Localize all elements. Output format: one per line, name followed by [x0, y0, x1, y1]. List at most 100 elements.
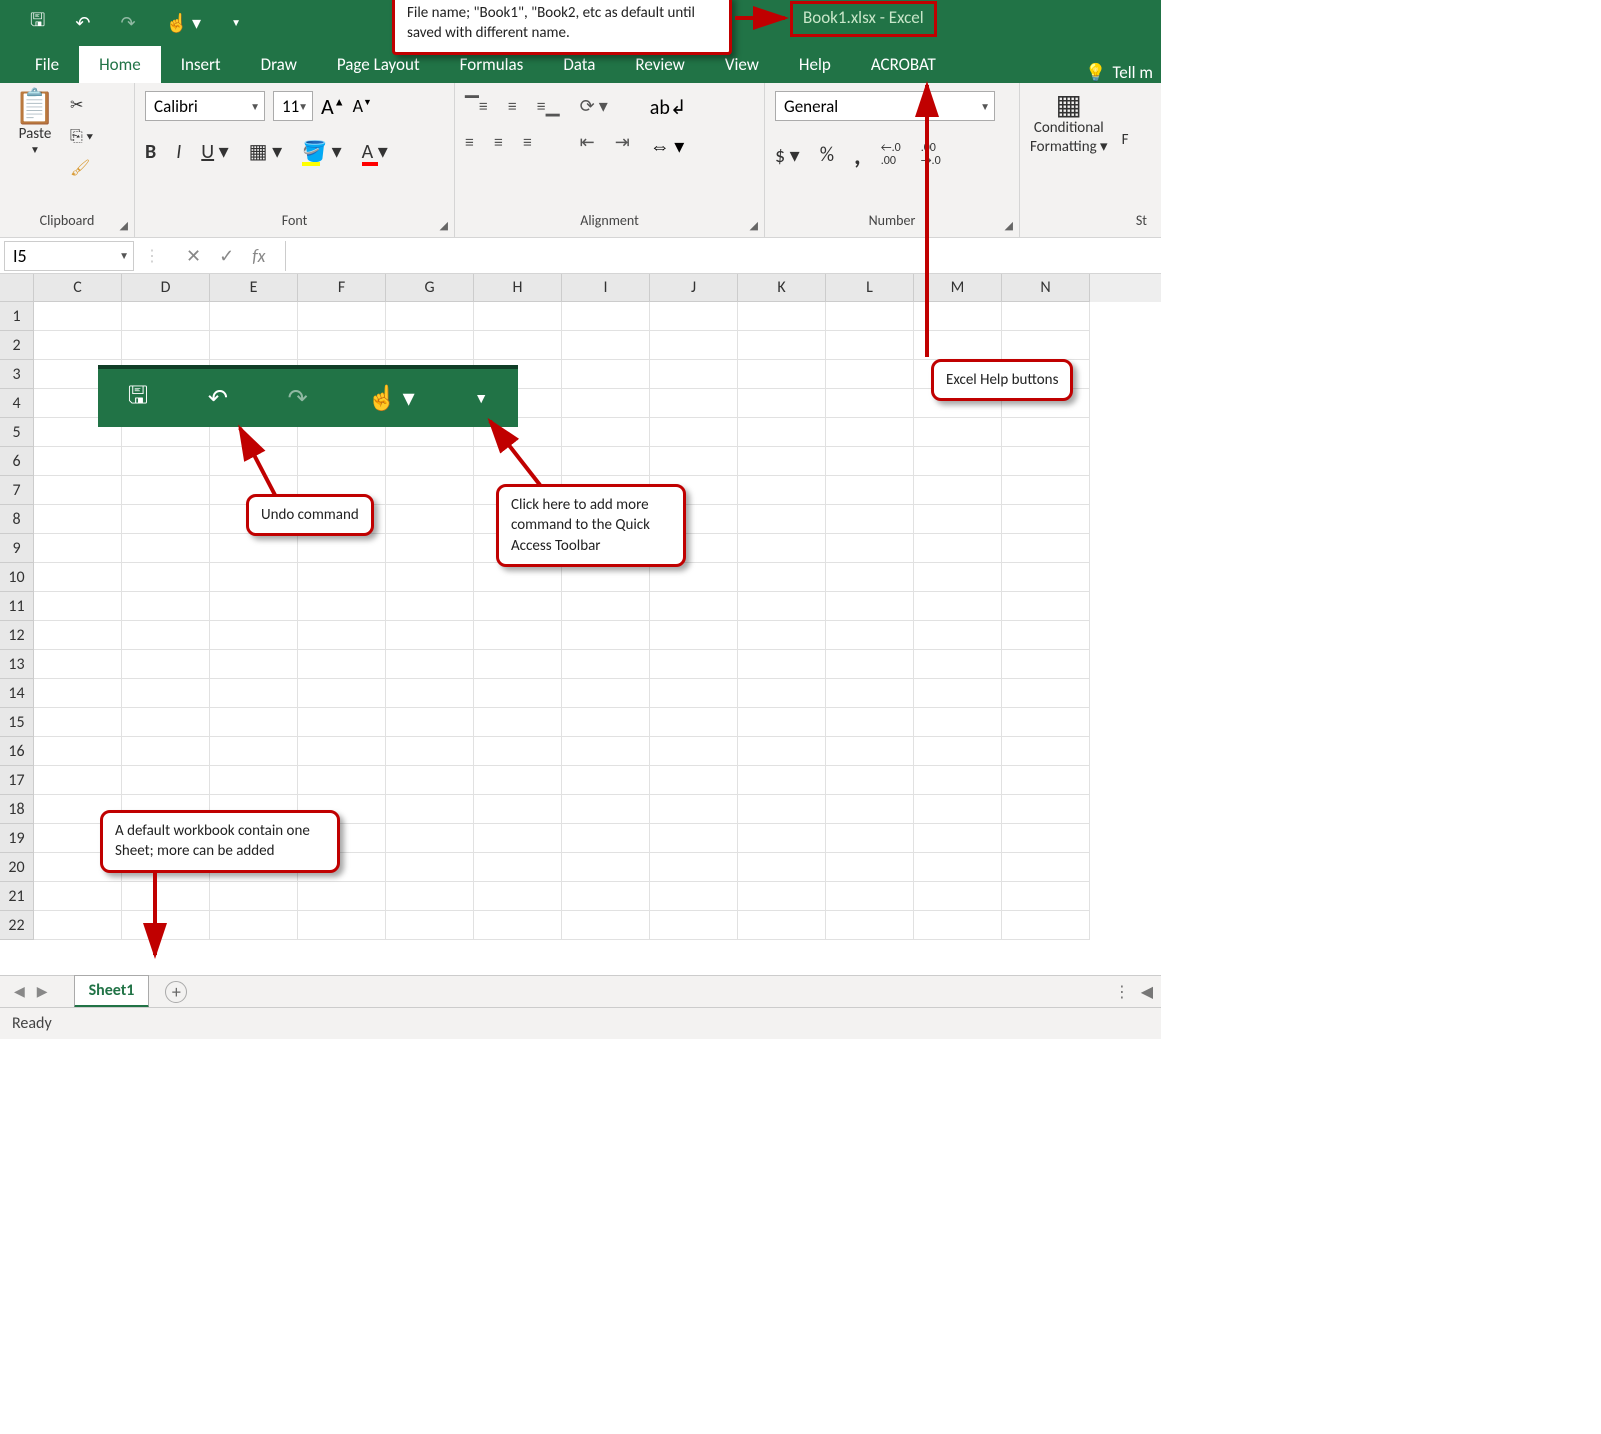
cell[interactable]: [650, 302, 738, 331]
cell[interactable]: [914, 505, 1002, 534]
cell[interactable]: [210, 679, 298, 708]
cell[interactable]: [914, 853, 1002, 882]
cell[interactable]: [562, 911, 650, 940]
cell[interactable]: [386, 708, 474, 737]
tell-me[interactable]: 💡 Tell m: [1085, 62, 1161, 83]
cell[interactable]: [386, 824, 474, 853]
touch-mode-icon[interactable]: ☝ ▾: [166, 12, 202, 34]
column-header[interactable]: E: [210, 274, 298, 302]
name-box[interactable]: I5▼: [4, 241, 134, 271]
cell[interactable]: [738, 389, 826, 418]
cell[interactable]: [34, 592, 122, 621]
row-header[interactable]: 8: [0, 505, 34, 534]
orientation-icon[interactable]: ⟳ ▾: [580, 95, 608, 117]
cell[interactable]: [34, 534, 122, 563]
cell[interactable]: [122, 534, 210, 563]
cell[interactable]: [474, 331, 562, 360]
cell[interactable]: [1002, 476, 1090, 505]
copy-icon[interactable]: ⎘ ▾: [70, 127, 93, 146]
cell[interactable]: [650, 331, 738, 360]
cell[interactable]: [474, 708, 562, 737]
cell[interactable]: [738, 331, 826, 360]
cell[interactable]: [122, 650, 210, 679]
cell[interactable]: [122, 302, 210, 331]
tab-file[interactable]: File: [15, 46, 79, 83]
cell[interactable]: [914, 795, 1002, 824]
cell[interactable]: [210, 592, 298, 621]
cell[interactable]: [1002, 505, 1090, 534]
cell[interactable]: [650, 621, 738, 650]
cell[interactable]: [738, 824, 826, 853]
cell[interactable]: [34, 650, 122, 679]
cell[interactable]: [122, 563, 210, 592]
cell[interactable]: [562, 824, 650, 853]
cell[interactable]: [34, 476, 122, 505]
dialog-launcher-icon[interactable]: ◢: [1005, 219, 1013, 232]
cell[interactable]: [122, 621, 210, 650]
cell[interactable]: [386, 534, 474, 563]
cell[interactable]: [210, 708, 298, 737]
paste-button[interactable]: 📋 Paste ▼: [10, 91, 60, 156]
cell[interactable]: [386, 592, 474, 621]
cell[interactable]: [298, 331, 386, 360]
column-header[interactable]: J: [650, 274, 738, 302]
row-header[interactable]: 1: [0, 302, 34, 331]
row-header[interactable]: 22: [0, 911, 34, 940]
cell[interactable]: [738, 621, 826, 650]
cell[interactable]: [826, 882, 914, 911]
cell[interactable]: [122, 766, 210, 795]
cell[interactable]: [298, 766, 386, 795]
cell[interactable]: [34, 737, 122, 766]
cell[interactable]: [826, 592, 914, 621]
cell[interactable]: [1002, 882, 1090, 911]
formula-input[interactable]: [285, 241, 1161, 271]
cell[interactable]: [386, 650, 474, 679]
cell[interactable]: [738, 534, 826, 563]
cell[interactable]: [122, 679, 210, 708]
cell[interactable]: [914, 418, 1002, 447]
cell[interactable]: [210, 766, 298, 795]
cell[interactable]: [1002, 592, 1090, 621]
cell[interactable]: [738, 679, 826, 708]
redo-icon[interactable]: ↷: [120, 12, 135, 34]
cell[interactable]: [474, 563, 562, 592]
cell[interactable]: [474, 650, 562, 679]
borders-button[interactable]: ▦ ▾: [249, 139, 282, 164]
cell[interactable]: [826, 650, 914, 679]
cell[interactable]: [826, 331, 914, 360]
cell[interactable]: [210, 621, 298, 650]
cell[interactable]: [738, 476, 826, 505]
sheet-nav-prev-icon[interactable]: ◀: [8, 983, 31, 1000]
decrease-font-icon[interactable]: A▼: [353, 95, 372, 117]
save-icon[interactable]: 🖫: [30, 8, 45, 38]
wrap-text-icon[interactable]: ab↲: [650, 95, 687, 120]
font-name-combo[interactable]: Calibri▼: [145, 91, 265, 121]
cell[interactable]: [650, 708, 738, 737]
cell[interactable]: [914, 824, 1002, 853]
cell[interactable]: [826, 824, 914, 853]
tab-help[interactable]: Help: [779, 46, 851, 83]
row-header[interactable]: 6: [0, 447, 34, 476]
decrease-indent-icon[interactable]: ⇤: [580, 131, 595, 153]
cell[interactable]: [34, 302, 122, 331]
cell[interactable]: [650, 766, 738, 795]
cell[interactable]: [34, 447, 122, 476]
cell[interactable]: [386, 679, 474, 708]
cell[interactable]: [386, 853, 474, 882]
fx-icon[interactable]: fx: [252, 245, 265, 267]
cell[interactable]: [914, 708, 1002, 737]
cell[interactable]: [826, 534, 914, 563]
cell[interactable]: [650, 418, 738, 447]
accounting-format-button[interactable]: $ ▾: [775, 143, 800, 168]
cell[interactable]: [914, 911, 1002, 940]
cell[interactable]: [1002, 795, 1090, 824]
cell[interactable]: [826, 621, 914, 650]
dialog-launcher-icon[interactable]: ◢: [120, 219, 128, 232]
cell[interactable]: [298, 563, 386, 592]
column-header[interactable]: N: [1002, 274, 1090, 302]
cell[interactable]: [386, 505, 474, 534]
cell[interactable]: [738, 505, 826, 534]
cell[interactable]: [562, 389, 650, 418]
column-header[interactable]: L: [826, 274, 914, 302]
undo-icon[interactable]: ↶: [75, 12, 90, 34]
